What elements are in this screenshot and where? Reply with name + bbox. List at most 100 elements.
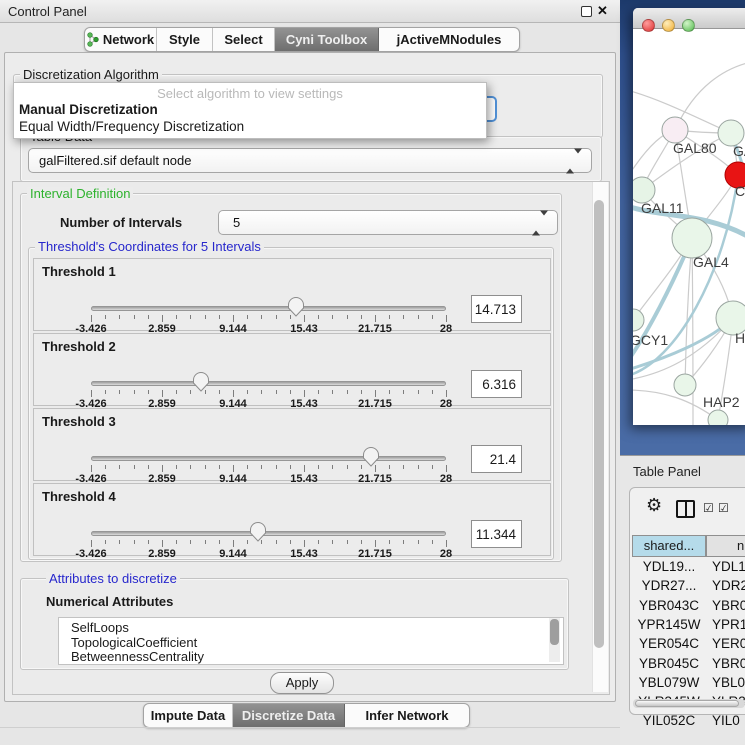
threshold-label: Threshold 2 — [42, 339, 116, 354]
table-row-cell[interactable]: YIL0 — [712, 713, 740, 728]
slider-track[interactable] — [91, 306, 446, 311]
table-row-cell[interactable]: YBR045C — [632, 656, 706, 671]
vertical-scrollbar-thumb[interactable] — [594, 200, 604, 648]
table-row-cell[interactable]: YIL052C — [632, 713, 706, 728]
network-graph[interactable]: GAL80GALCGAL11GAL4GCY1HHAP2 — [633, 28, 745, 425]
tick-mark — [361, 390, 362, 394]
tab-network[interactable]: Network — [85, 28, 157, 51]
network-icon — [87, 32, 99, 47]
node-label-gcy1: GCY1 — [633, 332, 668, 348]
table-hscrollbar-thumb[interactable] — [635, 700, 739, 707]
node-suid: YER054C — [639, 636, 699, 651]
select-columns-icon[interactable]: ☑ — [703, 501, 714, 515]
thresholds-group-title: Threshold's Coordinates for 5 Intervals — [35, 240, 264, 253]
threshold-value-field[interactable]: 14.713 — [471, 295, 522, 323]
threshold-value-field[interactable]: 6.316 — [471, 370, 522, 398]
table-row-cell[interactable]: YDR27... — [632, 578, 706, 593]
tick-mark — [432, 315, 433, 319]
table-row-cell[interactable]: YDL1 — [712, 559, 745, 574]
tick-mark — [432, 465, 433, 469]
table-row-cell[interactable]: YDR2 — [712, 578, 745, 593]
tick-mark — [91, 540, 92, 547]
tick-mark — [162, 315, 163, 322]
attribute-item-selfloops[interactable]: SelfLoops — [71, 620, 129, 635]
tick-mark — [446, 315, 447, 322]
number-of-intervals-combobox[interactable]: 5 — [218, 210, 558, 235]
node-label-gal11: GAL11 — [641, 200, 684, 216]
table-data-value: galFiltered.sif default node — [39, 153, 191, 168]
node-name: YBR0 — [712, 598, 745, 613]
select-all-columns-icon[interactable]: ☑ — [718, 501, 729, 515]
threshold-label: Threshold 1 — [42, 264, 116, 279]
float-window-icon[interactable] — [581, 6, 592, 17]
slider-track[interactable] — [91, 531, 446, 536]
attribute-item-topologicalcoefficient[interactable]: TopologicalCoefficient — [71, 635, 197, 650]
threshold-value-field[interactable]: 11.344 — [471, 520, 522, 548]
tab-style[interactable]: Style — [157, 28, 213, 51]
tab-cyni-toolbox[interactable]: Cyni Toolbox — [275, 28, 379, 51]
network-window-titlebar[interactable] — [633, 8, 745, 29]
tab-infer-network[interactable]: Infer Network — [345, 704, 469, 727]
slider-thumb[interactable] — [192, 372, 210, 392]
combo-stepper-icon — [532, 215, 548, 230]
tab-select[interactable]: Select — [213, 28, 275, 51]
column-header-1[interactable]: shared... — [632, 535, 706, 557]
node-name: YER0 — [712, 636, 745, 651]
network-node[interactable] — [708, 410, 728, 425]
close-icon[interactable]: ✕ — [597, 3, 608, 19]
algorithm-option-manual-discretization[interactable]: Manual Discretization — [19, 102, 158, 117]
column-header-2[interactable]: n... — [706, 535, 745, 557]
table-row-cell[interactable]: YBL079W — [632, 675, 706, 690]
numerical-attributes-label: Numerical Attributes — [46, 594, 173, 609]
attribute-item-betweennesscentrality[interactable]: BetweennessCentrality — [71, 649, 204, 664]
tab-label: Select — [224, 28, 262, 51]
tick-mark — [176, 540, 177, 544]
tick-mark — [162, 540, 163, 547]
tick-mark — [247, 465, 248, 469]
table-row-cell[interactable]: YPR145W — [632, 617, 706, 632]
slider-thumb[interactable] — [249, 522, 267, 542]
algorithm-option-equal-width-frequency-discretization[interactable]: Equal Width/Frequency Discretization — [19, 119, 244, 134]
tick-mark — [190, 315, 191, 319]
tick-mark — [403, 390, 404, 394]
tab-discretize-data[interactable]: Discretize Data — [233, 704, 345, 727]
tab-label: Infer Network — [365, 704, 448, 727]
slider-thumb[interactable] — [287, 297, 305, 317]
slider-track[interactable] — [91, 456, 446, 461]
table-row-cell[interactable]: YER054C — [632, 636, 706, 651]
tab-impute-data[interactable]: Impute Data — [144, 704, 233, 727]
network-edge[interactable] — [685, 238, 692, 385]
panel-bottom-edge — [0, 727, 620, 728]
tick-mark — [361, 315, 362, 319]
slider-track[interactable] — [91, 381, 446, 386]
table-row-cell[interactable]: YBR0 — [712, 598, 745, 613]
table-row-cell[interactable]: YER0 — [712, 636, 745, 651]
tick-mark — [375, 315, 376, 322]
network-node[interactable] — [633, 309, 644, 331]
network-node[interactable] — [674, 374, 696, 396]
tick-mark — [233, 315, 234, 322]
tick-mark — [148, 540, 149, 544]
tab-jactivemnodules[interactable]: jActiveMNodules — [379, 28, 519, 51]
tick-mark — [332, 315, 333, 319]
column-layout-icon[interactable] — [676, 500, 695, 518]
tick-mark — [233, 465, 234, 472]
tick-mark — [418, 390, 419, 394]
table-data-combobox[interactable]: galFiltered.sif default node — [28, 148, 592, 173]
apply-button[interactable]: Apply — [270, 672, 334, 694]
tick-mark — [233, 390, 234, 397]
tick-mark — [446, 390, 447, 397]
table-row-cell[interactable]: YBL0 — [712, 675, 745, 690]
gear-icon[interactable]: ⚙ — [646, 495, 662, 516]
network-edge[interactable] — [675, 62, 745, 130]
numerical-attributes-list[interactable]: SelfLoopsTopologicalCoefficientBetweenne… — [58, 617, 564, 665]
table-row-cell[interactable]: YPR1 — [712, 617, 745, 632]
table-row-cell[interactable]: YBR0 — [712, 656, 745, 671]
tick-mark — [276, 465, 277, 469]
table-row-cell[interactable]: YDL19... — [632, 559, 706, 574]
threshold-value-field[interactable]: 21.4 — [471, 445, 522, 473]
network-node[interactable] — [672, 218, 712, 258]
table-row-cell[interactable]: YBR043C — [632, 598, 706, 613]
list-scrollbar-thumb[interactable] — [550, 619, 559, 645]
slider-thumb[interactable] — [362, 447, 380, 467]
